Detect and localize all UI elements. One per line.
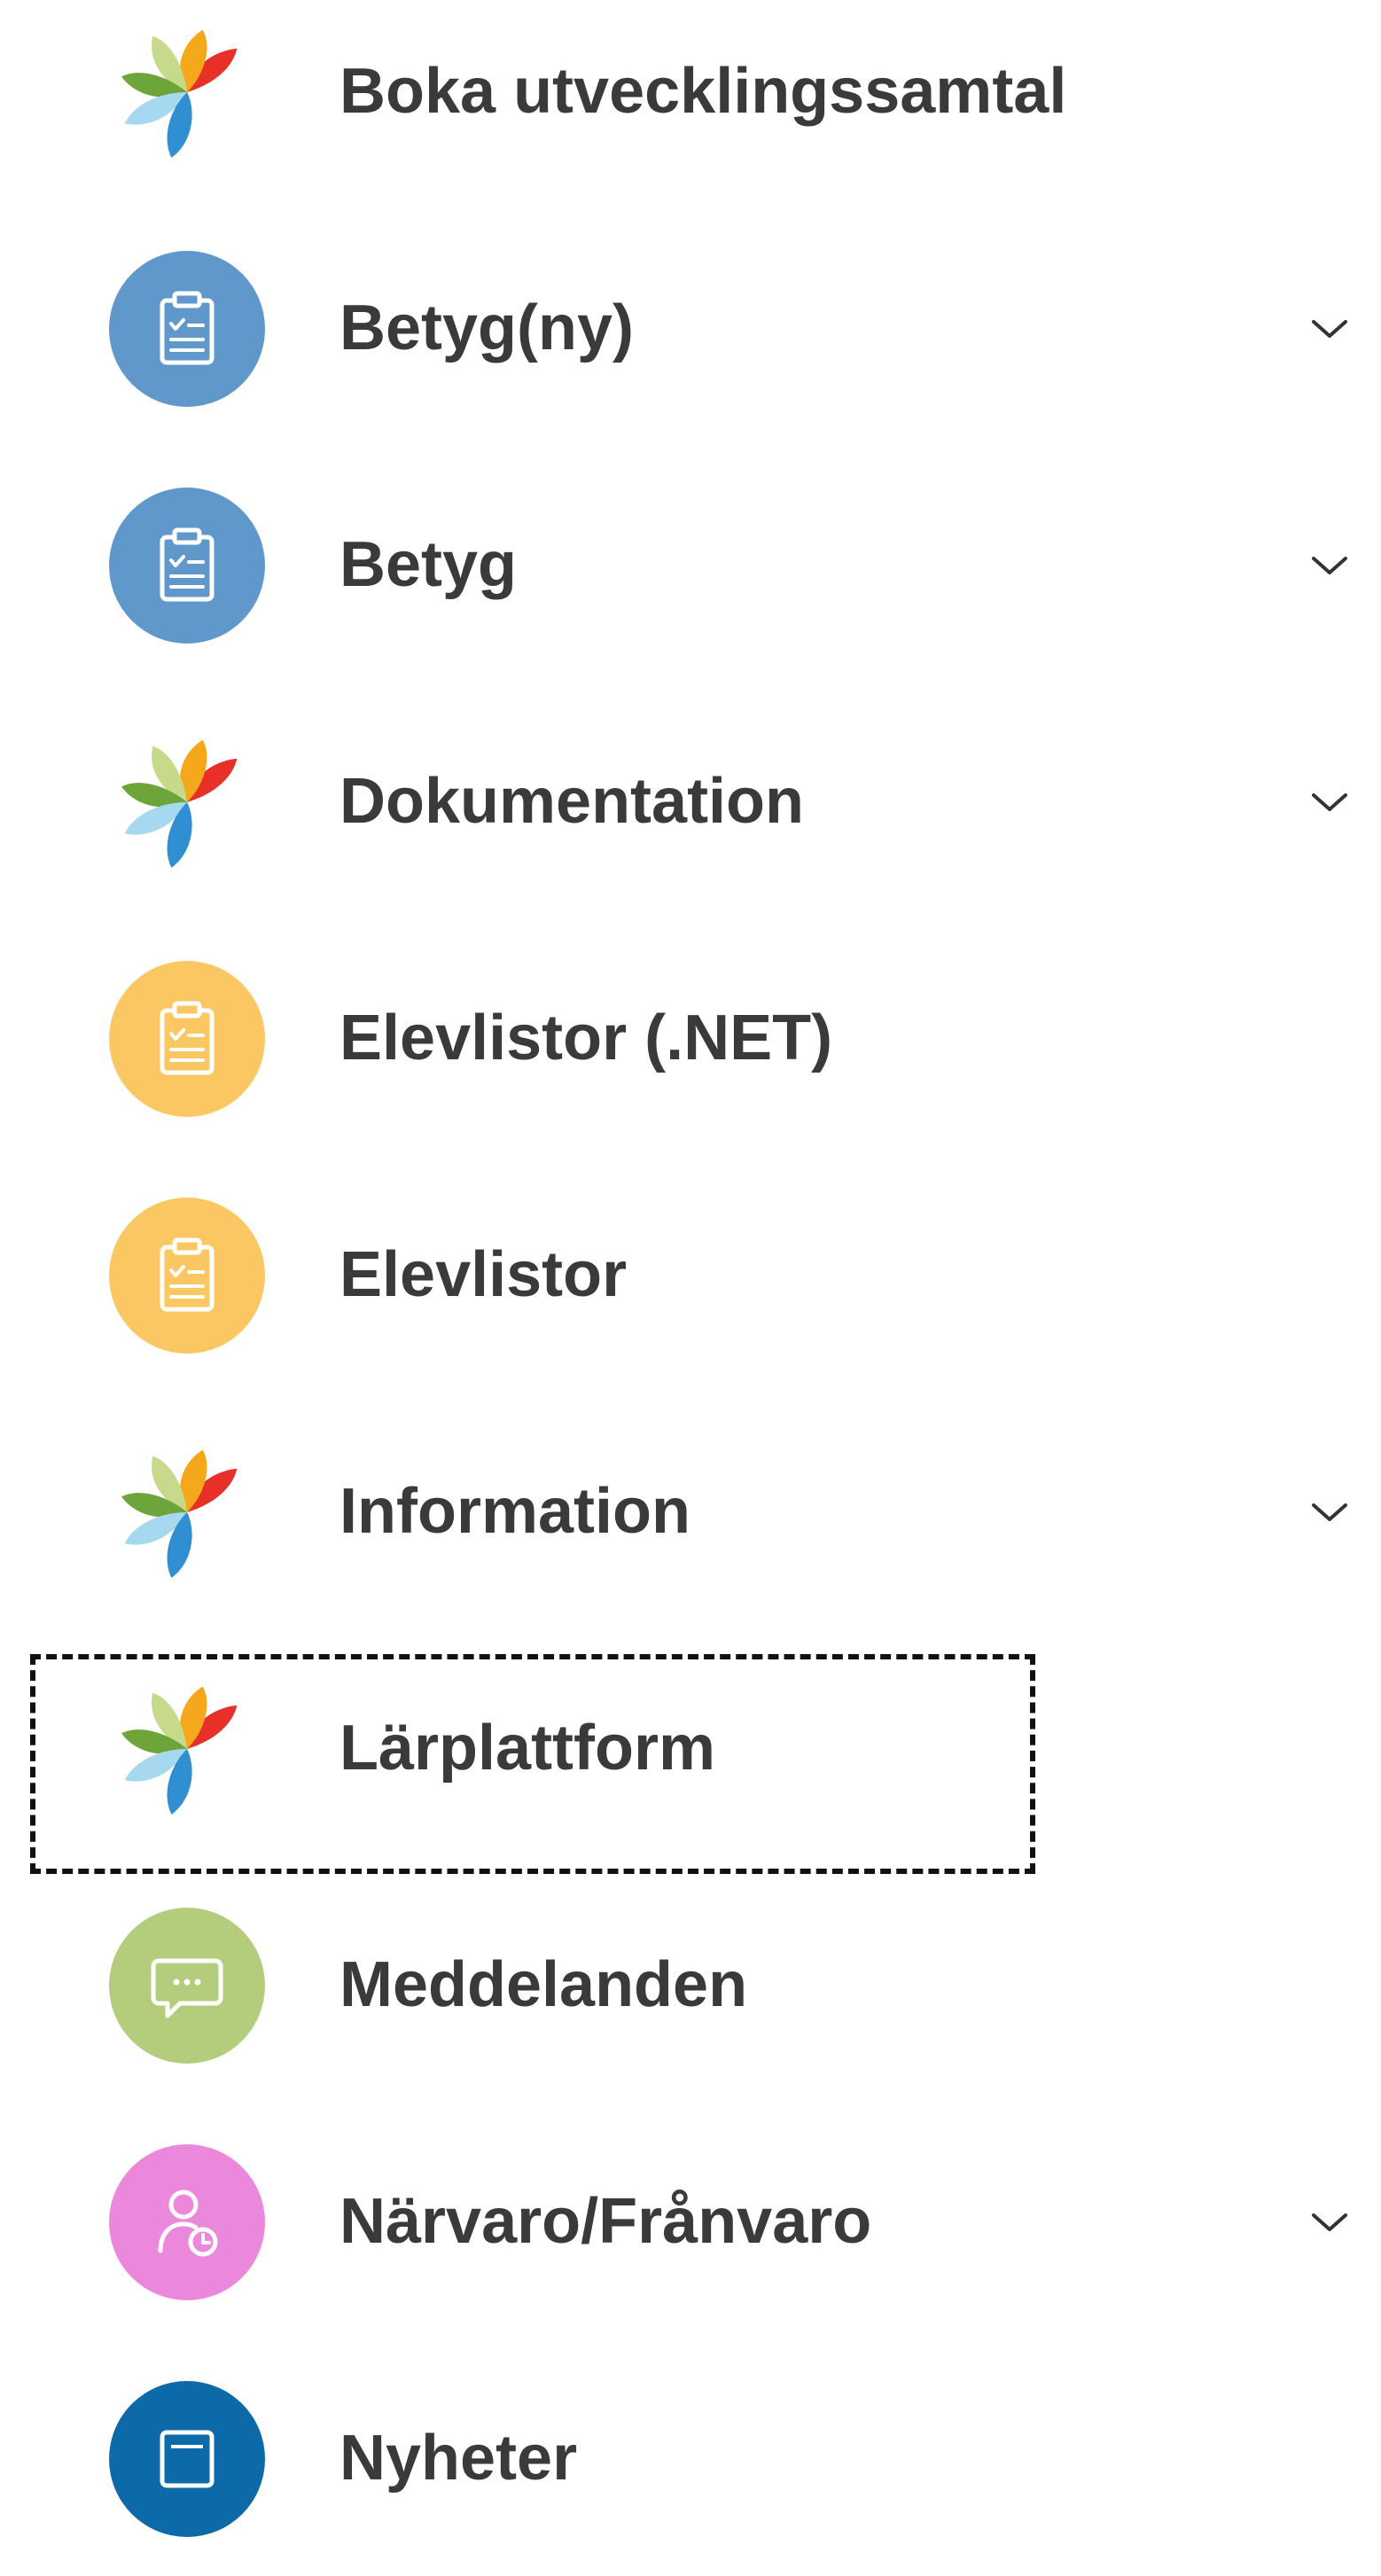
clipboard-icon xyxy=(109,1198,265,1354)
chevron-down-icon[interactable] xyxy=(1310,546,1349,585)
clipboard-icon xyxy=(109,251,265,407)
menu-item-label: Elevlistor (.NET) xyxy=(339,1003,833,1073)
navigation-menu: Boka utvecklingssamtal Betyg(ny) Betyg D… xyxy=(0,0,1381,2537)
menu-item-label: Meddelanden xyxy=(339,1949,748,2020)
chevron-down-icon[interactable] xyxy=(1310,783,1349,822)
menu-item-label: Nyheter xyxy=(339,2423,578,2494)
menu-item-label: Dokumentation xyxy=(339,766,805,837)
menu-item-dokumentation[interactable]: Dokumentation xyxy=(0,683,1381,919)
clipboard-icon xyxy=(109,961,265,1117)
menu-item-label: Betyg(ny) xyxy=(339,293,635,363)
school-logo-icon xyxy=(109,14,265,170)
menu-item-label: Betyg xyxy=(339,529,518,600)
chevron-down-icon[interactable] xyxy=(1310,309,1349,348)
menu-item-label: Information xyxy=(339,1476,690,1547)
school-logo-icon xyxy=(109,1671,265,1827)
chevron-down-icon[interactable] xyxy=(1310,1493,1349,1532)
chevron-down-icon[interactable] xyxy=(1310,2203,1349,2242)
menu-item-information[interactable]: Information xyxy=(0,1393,1381,1629)
school-logo-icon xyxy=(109,1434,265,1590)
clipboard-icon xyxy=(109,488,265,644)
school-logo-icon xyxy=(109,724,265,880)
menu-item-label: Elevlistor xyxy=(339,1239,628,1310)
menu-item-meddelanden[interactable]: Meddelanden xyxy=(0,1867,1381,2103)
menu-item-betyg-ny[interactable]: Betyg(ny) xyxy=(0,210,1381,446)
menu-item-narvaro-franvaro[interactable]: Närvaro/Frånvaro xyxy=(0,2104,1381,2339)
menu-item-betyg[interactable]: Betyg xyxy=(0,447,1381,683)
menu-item-elevlistor[interactable]: Elevlistor xyxy=(0,1157,1381,1393)
chat-bubble-icon xyxy=(109,1908,265,2064)
menu-item-boka-utvecklingssamtal[interactable]: Boka utvecklingssamtal xyxy=(0,0,1381,209)
menu-item-larplattform[interactable]: Lärplattform xyxy=(0,1630,1381,1866)
menu-item-label: Närvaro/Frånvaro xyxy=(339,2186,872,2257)
news-icon xyxy=(109,2381,265,2537)
menu-item-nyheter[interactable]: Nyheter xyxy=(0,2340,1381,2576)
menu-item-elevlistor-net[interactable]: Elevlistor (.NET) xyxy=(0,920,1381,1156)
menu-item-label: Boka utvecklingssamtal xyxy=(339,56,1067,127)
menu-item-label: Lärplattform xyxy=(339,1713,716,1784)
person-clock-icon xyxy=(109,2144,265,2300)
